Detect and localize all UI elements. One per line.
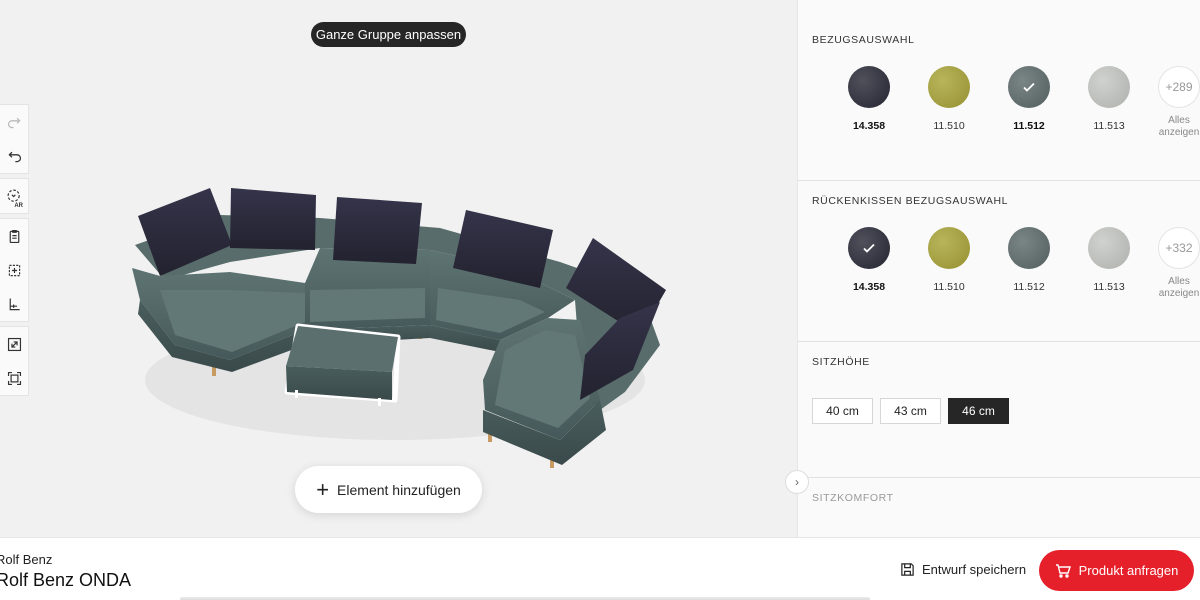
fabric-swatches: 14.358 11.510 11.512 11.513 +289 Alles a… bbox=[829, 66, 1200, 139]
fabric-swatch-11510[interactable]: 11.510 bbox=[909, 66, 989, 139]
brand-name: Rolf Benz bbox=[0, 552, 53, 567]
cushion-swatch-11513[interactable]: 11.513 bbox=[1069, 227, 1149, 300]
swatch-code: 11.510 bbox=[933, 281, 965, 293]
swatch-code: 11.512 bbox=[1013, 281, 1045, 293]
check-icon bbox=[848, 227, 890, 269]
fabric-section-title: BEZUGSAUSWAHL bbox=[812, 34, 915, 46]
swatch-code: 11.513 bbox=[1093, 281, 1125, 293]
save-icon bbox=[901, 563, 914, 576]
cushion-section-title: RÜCKENKISSEN BEZUGSAUSWAHL bbox=[812, 195, 1009, 207]
fabric-swatch-11512[interactable]: 11.512 bbox=[989, 66, 1069, 139]
add-element-label: Element hinzufügen bbox=[337, 481, 461, 498]
swatch-color bbox=[1008, 227, 1050, 269]
swatch-code: 14.358 bbox=[852, 281, 886, 293]
swatch-color bbox=[1088, 66, 1130, 108]
swatch-color bbox=[1008, 66, 1050, 108]
cushion-swatch-14358[interactable]: 14.358 bbox=[829, 227, 909, 300]
show-all-label: Alles anzeigen bbox=[1158, 276, 1200, 299]
seat-height-options: 40 cm 43 cm 46 cm bbox=[812, 398, 1009, 424]
swatch-code: 11.512 bbox=[1013, 120, 1045, 132]
save-draft-label: Entwurf speichern bbox=[922, 562, 1027, 577]
fabric-section: BEZUGSAUSWAHL 14.358 11.510 11.512 11.51… bbox=[798, 0, 1200, 181]
request-product-button[interactable]: Produkt anfragen bbox=[1039, 550, 1194, 591]
cart-icon bbox=[1055, 563, 1071, 578]
seat-comfort-title: SITZKOMFORT bbox=[812, 492, 894, 504]
save-draft-button[interactable]: Entwurf speichern bbox=[900, 562, 1026, 577]
seat-height-40-button[interactable]: 40 cm bbox=[812, 398, 873, 424]
swatch-color bbox=[848, 66, 890, 108]
configuration-panel: BEZUGSAUSWAHL 14.358 11.510 11.512 11.51… bbox=[797, 0, 1200, 537]
bottom-bar: Rolf Benz Rolf Benz ONDA Entwurf speiche… bbox=[0, 537, 1200, 600]
3d-viewport[interactable]: Ganze Gruppe anpassen AR + Element hinzu… bbox=[0, 0, 797, 537]
cushion-swatch-11510[interactable]: 11.510 bbox=[909, 227, 989, 300]
toggle-panel-button[interactable]: › bbox=[785, 470, 809, 494]
cushion-fabric-section: RÜCKENKISSEN BEZUGSAUSWAHL 14.358 11.510… bbox=[798, 181, 1200, 342]
swatch-color bbox=[928, 66, 970, 108]
swatch-color bbox=[848, 227, 890, 269]
swatch-color bbox=[928, 227, 970, 269]
swatch-code: 11.510 bbox=[933, 120, 965, 132]
seat-height-title: SITZHÖHE bbox=[812, 356, 870, 368]
cushion-show-all-button[interactable]: +332 Alles anzeigen bbox=[1149, 227, 1200, 300]
seat-height-section: SITZHÖHE 40 cm 43 cm 46 cm bbox=[798, 342, 1200, 478]
seat-height-43-button[interactable]: 43 cm bbox=[880, 398, 941, 424]
product-name: Rolf Benz ONDA bbox=[0, 570, 132, 590]
show-all-label: Alles anzeigen bbox=[1158, 115, 1200, 138]
swatch-code: 11.513 bbox=[1093, 120, 1125, 132]
cushion-swatch-11512[interactable]: 11.512 bbox=[989, 227, 1069, 300]
check-icon bbox=[1008, 66, 1050, 108]
seat-height-46-button[interactable]: 46 cm bbox=[948, 398, 1009, 424]
swatch-color bbox=[1088, 227, 1130, 269]
cushion-swatches: 14.358 11.510 11.512 11.513 +332 Alles an… bbox=[829, 227, 1200, 300]
fabric-swatch-11513[interactable]: 11.513 bbox=[1069, 66, 1149, 139]
request-product-label: Produkt anfragen bbox=[1078, 563, 1179, 578]
fabric-show-all-button[interactable]: +289 Alles anzeigen bbox=[1149, 66, 1200, 139]
fabric-swatch-14358[interactable]: 14.358 bbox=[829, 66, 909, 139]
more-count: +289 bbox=[1158, 66, 1200, 108]
more-count: +332 bbox=[1158, 227, 1200, 269]
chevron-right-icon: › bbox=[795, 475, 799, 489]
add-element-button[interactable]: + Element hinzufügen bbox=[295, 466, 482, 513]
plus-icon: + bbox=[316, 476, 330, 502]
swatch-code: 14.358 bbox=[852, 120, 886, 132]
sofa-3d-model[interactable] bbox=[0, 0, 797, 537]
